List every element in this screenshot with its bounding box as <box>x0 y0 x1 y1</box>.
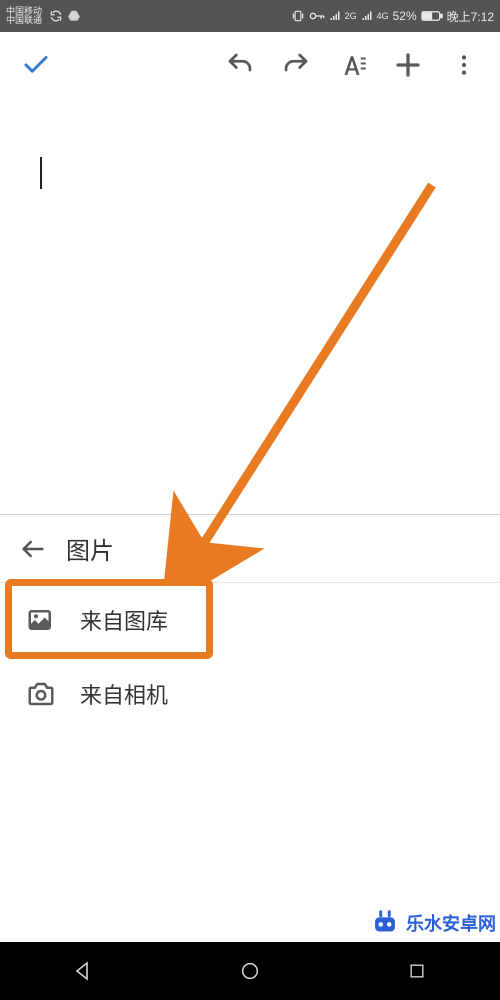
more-button[interactable] <box>436 37 492 93</box>
drive-icon <box>67 9 81 23</box>
menu-item-from-camera[interactable]: 来自相机 <box>0 657 500 731</box>
undo-button[interactable] <box>212 37 268 93</box>
watermark-logo-icon <box>368 906 402 940</box>
net-label-2: 4G <box>377 11 389 21</box>
nav-recent-button[interactable] <box>397 951 437 991</box>
app-toolbar <box>0 32 500 98</box>
key-icon <box>309 11 325 21</box>
signal-icon-2 <box>361 10 373 22</box>
sheet-title: 图片 <box>66 531 114 566</box>
android-nav-bar <box>0 942 500 1000</box>
text-format-button[interactable] <box>324 37 380 93</box>
document-editor[interactable] <box>0 98 500 514</box>
vibrate-icon <box>291 9 305 23</box>
status-bar-left: 中国移动 中国联通 <box>6 7 81 25</box>
menu-item-label: 来自图库 <box>80 604 168 636</box>
carrier-2: 中国联通 <box>6 16 42 25</box>
carrier-labels: 中国移动 中国联通 <box>6 7 42 25</box>
signal-icon-1 <box>329 10 341 22</box>
menu-item-from-gallery[interactable]: 来自图库 <box>0 583 500 657</box>
done-button[interactable] <box>8 37 64 93</box>
status-bar: 中国移动 中国联通 2G 4G 52% 晚上7:12 <box>0 0 500 32</box>
net-label-1: 2G <box>345 11 357 21</box>
battery-icon <box>421 10 443 22</box>
clock: 晚上7:12 <box>447 8 494 25</box>
watermark: 乐水安卓网 <box>368 906 496 940</box>
sheet-header: 图片 <box>0 515 500 583</box>
insert-image-sheet: 图片 来自图库 来自相机 <box>0 514 500 731</box>
menu-item-label: 来自相机 <box>80 678 168 710</box>
insert-button[interactable] <box>380 37 436 93</box>
status-bar-right: 2G 4G 52% 晚上7:12 <box>291 8 494 25</box>
sync-icon <box>49 9 63 23</box>
gallery-icon <box>24 603 58 637</box>
redo-button[interactable] <box>268 37 324 93</box>
watermark-text: 乐水安卓网 <box>406 910 496 936</box>
sheet-back-button[interactable] <box>12 528 54 570</box>
battery-pct: 52% <box>393 9 417 23</box>
camera-icon <box>24 677 58 711</box>
text-cursor <box>40 157 42 189</box>
nav-back-button[interactable] <box>63 951 103 991</box>
nav-home-button[interactable] <box>230 951 270 991</box>
